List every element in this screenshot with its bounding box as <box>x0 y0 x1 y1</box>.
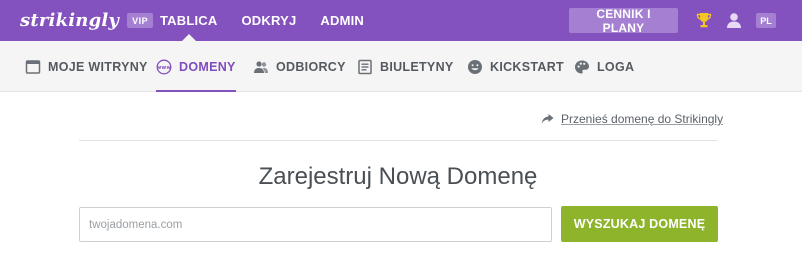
logo[interactable]: strikingly VIP <box>20 7 154 33</box>
subnav-label: BIULETYNY <box>380 59 454 74</box>
subnav-item-loga[interactable]: LOGA <box>574 41 634 92</box>
subnav-label: DOMENY <box>179 59 236 74</box>
smiley-icon <box>468 59 482 74</box>
subnav-label: MOJE WITRYNY <box>48 59 148 74</box>
subnav-item-odbiorcy[interactable]: ODBIORCY <box>253 41 346 92</box>
subnav-label: ODBIORCY <box>276 59 346 74</box>
subnav-label: KICKSTART <box>490 59 564 74</box>
vip-badge: VIP <box>127 12 154 28</box>
pricing-plans-button[interactable]: CENNIK I PLANY <box>569 7 678 35</box>
svg-text:www: www <box>157 65 172 71</box>
share-arrow-icon <box>541 114 554 124</box>
page-heading: Zarejestruj Nową Domenę <box>258 163 538 190</box>
newsletter-icon <box>358 59 372 74</box>
language-selector[interactable]: PL <box>756 13 776 28</box>
palette-icon <box>575 60 589 73</box>
search-domain-button[interactable]: WYSZUKAJ DOMENĘ <box>561 206 718 242</box>
divider <box>79 140 718 141</box>
sub-nav: MOJE WITRYNY www DOMENY ODBIORCY BIULETY… <box>0 41 802 92</box>
trophy-icon[interactable] <box>695 11 713 29</box>
user-icon[interactable] <box>725 11 743 29</box>
subnav-item-domeny[interactable]: www DOMENY <box>156 41 236 92</box>
people-icon <box>254 60 268 73</box>
www-globe-icon: www <box>156 59 172 74</box>
logo-text: strikingly <box>20 9 120 31</box>
subnav-item-kickstart[interactable]: KICKSTART <box>467 41 564 92</box>
nav-item-admin[interactable]: ADMIN <box>320 0 364 41</box>
domain-search-input[interactable] <box>79 207 552 242</box>
browser-window-icon <box>25 59 41 74</box>
subnav-label: LOGA <box>597 59 635 74</box>
transfer-domain-link[interactable]: Przenieś domenę do Strikingly <box>541 112 723 126</box>
nav-item-tablica[interactable]: TABLICA <box>160 0 217 41</box>
transfer-domain-text: Przenieś domenę do Strikingly <box>561 112 724 126</box>
subnav-item-biuletyny[interactable]: BIULETYNY <box>357 41 454 92</box>
subnav-item-moje-witryny[interactable]: MOJE WITRYNY <box>25 41 148 92</box>
top-bar: strikingly VIP TABLICA ODKRYJ ADMIN CENN… <box>0 0 802 41</box>
main-nav: TABLICA ODKRYJ ADMIN <box>160 0 364 41</box>
nav-item-odkryj[interactable]: ODKRYJ <box>241 0 296 41</box>
